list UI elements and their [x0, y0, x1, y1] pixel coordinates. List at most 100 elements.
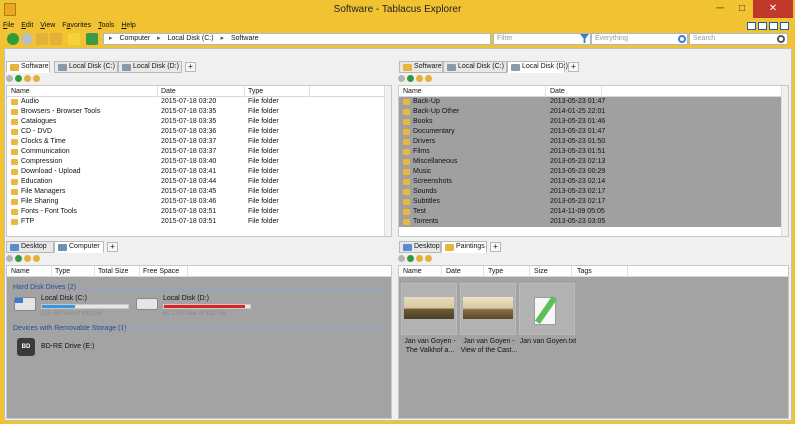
- layout-2-icon[interactable]: [758, 22, 767, 30]
- add-tab-button[interactable]: +: [490, 242, 501, 252]
- folder-row[interactable]: Audio 2015-07-18 03:20 File folder: [7, 97, 391, 107]
- new-folder-icon[interactable]: [425, 75, 432, 82]
- minimize-button[interactable]: ─: [709, 0, 731, 18]
- add-tab-button[interactable]: +: [107, 242, 118, 252]
- thumbnail-text-file[interactable]: Jan van Goyen.txt: [519, 283, 577, 353]
- drive-e[interactable]: BD BD-RE Drive (E:): [7, 336, 127, 358]
- layout-1-icon[interactable]: [747, 22, 756, 30]
- folder-row[interactable]: Test 2014-11-09 05:05: [399, 207, 788, 217]
- column-name[interactable]: Name: [403, 87, 422, 96]
- column-size[interactable]: Size: [534, 267, 548, 276]
- column-type[interactable]: Type: [488, 267, 503, 276]
- folder-row[interactable]: Drivers 2013-05-23 01:50: [399, 137, 788, 147]
- drive-c[interactable]: Local Disk (C:) 515 GB free of 833 GB: [7, 294, 132, 317]
- back-icon[interactable]: [6, 75, 13, 82]
- column-type[interactable]: Type: [248, 87, 263, 96]
- tab-paintings[interactable]: Paintings: [441, 241, 487, 253]
- folder-icon[interactable]: [50, 33, 62, 45]
- column-date[interactable]: Date: [446, 267, 461, 276]
- folder-row[interactable]: Communication 2015-07-18 03:37 File folder: [7, 147, 391, 157]
- column-name[interactable]: Name: [11, 87, 30, 96]
- filter-input[interactable]: Filter: [493, 33, 591, 45]
- scrollbar[interactable]: [781, 86, 788, 236]
- forward-icon[interactable]: [407, 255, 414, 262]
- tab-desktop[interactable]: Desktop: [6, 241, 54, 253]
- folder-row[interactable]: Education 2015-07-18 03:44 File folder: [7, 177, 391, 187]
- back-icon[interactable]: [398, 75, 405, 82]
- forward-icon[interactable]: [21, 33, 33, 45]
- folder-row[interactable]: Screenshots 2013-05-23 02:14: [399, 177, 788, 187]
- thumbnail-valkhof[interactable]: Jan van Goyen - The Valkhof a...: [401, 283, 459, 354]
- tab-desktop[interactable]: Desktop: [399, 241, 441, 253]
- menu-file[interactable]: File: [3, 20, 14, 31]
- folder-row[interactable]: Books 2013-05-23 01:46: [399, 117, 788, 127]
- back-icon[interactable]: [6, 255, 13, 262]
- folder-row[interactable]: Download - Upload 2015-07-18 03:41 File fo…: [7, 167, 391, 177]
- breadcrumb-software[interactable]: Software: [226, 34, 259, 44]
- folder-row[interactable]: Catalogues 2015-07-18 03:35 File folder: [7, 117, 391, 127]
- menu-tools[interactable]: Tools: [98, 20, 114, 31]
- folder-row[interactable]: Back-Up Other 2014-01-25 22:01: [399, 107, 788, 117]
- new-folder-icon[interactable]: [425, 255, 432, 262]
- folder-row[interactable]: File Sharing 2015-07-18 03:46 File folder: [7, 197, 391, 207]
- back-icon[interactable]: [7, 33, 19, 45]
- tab-local-disk-d[interactable]: Local Disk (D:): [507, 61, 568, 73]
- refresh-icon[interactable]: [86, 33, 98, 45]
- up-icon[interactable]: [36, 33, 48, 45]
- folder-row[interactable]: Browsers - Browser Tools 2015-07-18 03:35…: [7, 107, 391, 117]
- column-date[interactable]: Date: [550, 87, 565, 96]
- drive-d[interactable]: Local Disk (D:) 60.2 GB free of 931 GB: [132, 294, 257, 317]
- folder-row[interactable]: CD - DVD 2015-07-18 03:36 File folder: [7, 127, 391, 137]
- forward-icon[interactable]: [15, 75, 22, 82]
- search-icon[interactable]: [678, 35, 686, 43]
- scrollbar[interactable]: [384, 86, 391, 236]
- folder-row[interactable]: File Managers 2015-07-18 03:45 File folder: [7, 187, 391, 197]
- new-folder-icon[interactable]: [33, 75, 40, 82]
- forward-icon[interactable]: [15, 255, 22, 262]
- column-name[interactable]: Name: [11, 267, 30, 276]
- address-bar[interactable]: ▸ Computer ▸ Local Disk (C:) ▸ Software: [103, 33, 491, 45]
- tab-local-disk-c[interactable]: Local Disk (C:): [54, 61, 118, 73]
- search-input[interactable]: Search: [689, 33, 788, 45]
- star-icon[interactable]: [68, 33, 80, 45]
- back-icon[interactable]: [398, 255, 405, 262]
- everything-input[interactable]: Everything: [591, 33, 688, 45]
- new-folder-icon[interactable]: [33, 255, 40, 262]
- folder-row[interactable]: Back-Up 2013-05-23 01:47: [399, 97, 788, 107]
- folder-row[interactable]: Miscellaneous 2013-05-23 02:13: [399, 157, 788, 167]
- folder-row[interactable]: Compression 2015-07-18 03:40 File folder: [7, 157, 391, 167]
- layout-4-icon[interactable]: [780, 22, 789, 30]
- maximize-button[interactable]: □: [731, 0, 753, 18]
- menu-help[interactable]: Help: [121, 20, 135, 31]
- layout-3-icon[interactable]: [769, 22, 778, 30]
- tab-local-disk-d[interactable]: Local Disk (D:): [118, 61, 182, 73]
- tab-software[interactable]: Software: [6, 61, 50, 73]
- folder-row[interactable]: Clocks & Time 2015-07-18 03:37 File folder: [7, 137, 391, 147]
- thumbnail-view-of-castle[interactable]: Jan van Goyen - View of the Cast...: [460, 283, 518, 354]
- up-icon[interactable]: [24, 75, 31, 82]
- column-name[interactable]: Name: [403, 267, 422, 276]
- tab-software[interactable]: Software: [399, 61, 443, 73]
- folder-row[interactable]: Subtitles 2013-05-23 02:17: [399, 197, 788, 207]
- folder-row[interactable]: Fonts - Font Tools 2015-07-18 03:51 File f…: [7, 207, 391, 217]
- add-tab-button[interactable]: +: [568, 62, 579, 72]
- up-icon[interactable]: [24, 255, 31, 262]
- column-type[interactable]: Type: [55, 267, 70, 276]
- close-button[interactable]: ✕: [753, 0, 793, 18]
- up-icon[interactable]: [416, 75, 423, 82]
- breadcrumb-local-disk-c[interactable]: Local Disk (C:): [163, 34, 214, 44]
- column-date[interactable]: Date: [161, 87, 176, 96]
- folder-row[interactable]: FTP 2015-07-18 03:51 File folder: [7, 217, 391, 227]
- search-icon[interactable]: [777, 35, 785, 43]
- tab-local-disk-c[interactable]: Local Disk (C:): [443, 61, 507, 73]
- forward-icon[interactable]: [407, 75, 414, 82]
- up-icon[interactable]: [416, 255, 423, 262]
- tab-computer[interactable]: Computer: [54, 241, 104, 253]
- menu-view[interactable]: View: [40, 20, 55, 31]
- folder-row[interactable]: Torrents 2013-05-23 03:05: [399, 217, 788, 227]
- menu-edit[interactable]: Edit: [21, 20, 33, 31]
- folder-row[interactable]: Films 2013-05-23 01:51: [399, 147, 788, 157]
- column-total-size[interactable]: Total Size: [98, 267, 128, 276]
- folder-row[interactable]: Documentary 2013-05-23 01:47: [399, 127, 788, 137]
- breadcrumb-computer[interactable]: Computer: [114, 34, 150, 44]
